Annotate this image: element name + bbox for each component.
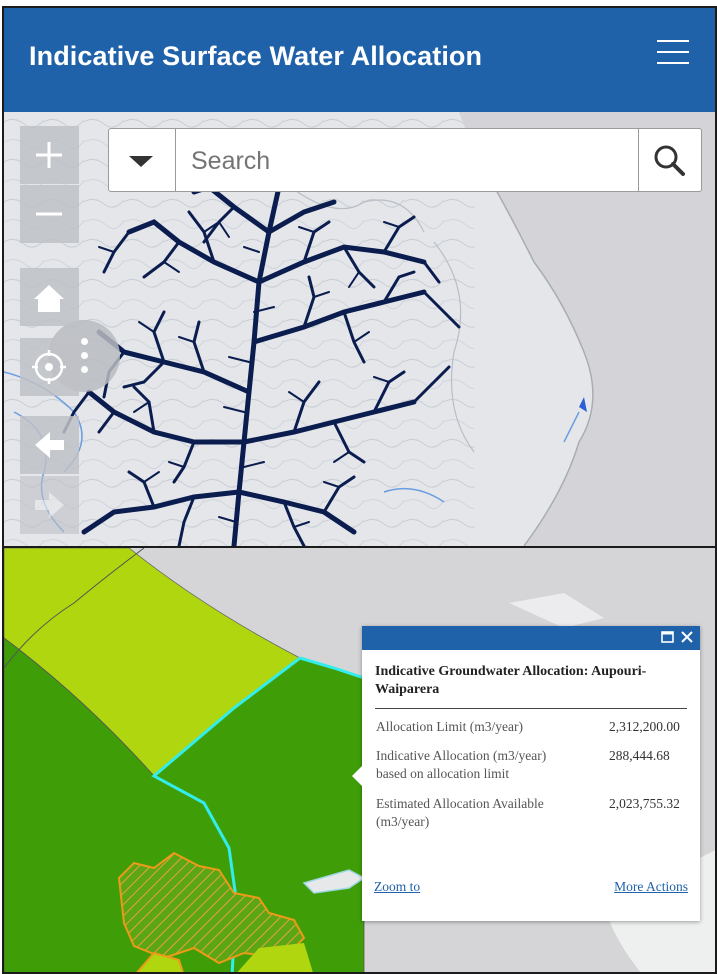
plus-icon — [36, 142, 62, 168]
attribute-label: Estimated Allocation Available (m3/year) — [376, 796, 544, 829]
attribute-value: 2,023,755.32 — [609, 796, 680, 811]
popup-title: Indicative Groundwater Allocation: Aupou… — [375, 664, 647, 697]
locate-button[interactable] — [20, 338, 79, 396]
popup-pointer — [352, 766, 362, 786]
app-header: Indicative Surface Water Allocation — [4, 8, 715, 112]
previous-extent-button[interactable] — [20, 416, 79, 474]
groundwater-map-view[interactable]: Indicative Groundwater Allocation: Aupou… — [2, 546, 717, 974]
more-actions-link[interactable]: More Actions — [614, 879, 688, 895]
home-button[interactable] — [20, 268, 79, 326]
app-title: Indicative Surface Water Allocation — [29, 41, 483, 71]
search-widget — [108, 128, 702, 192]
attribute-value: 2,312,200.00 — [609, 719, 680, 734]
maximize-icon[interactable] — [660, 629, 676, 645]
surface-water-app-view: Indicative Surface Water Allocation — [2, 6, 717, 548]
search-input[interactable] — [189, 141, 633, 181]
caret-down-icon — [129, 156, 153, 167]
arrow-right-icon — [35, 492, 64, 518]
locate-icon — [32, 350, 66, 384]
zoom-in-button[interactable] — [20, 126, 79, 184]
search-source-dropdown[interactable] — [109, 129, 176, 191]
search-button[interactable] — [638, 129, 701, 191]
home-icon — [34, 285, 64, 312]
hamburger-menu-icon[interactable] — [657, 38, 689, 66]
zoom-to-link[interactable]: Zoom to — [374, 879, 420, 895]
feature-popup: Indicative Groundwater Allocation: Aupou… — [352, 626, 700, 921]
zoom-out-button[interactable] — [20, 185, 79, 243]
search-icon — [654, 145, 685, 176]
attribute-label: Indicative Allocation (m3/year) based on… — [376, 748, 547, 781]
close-icon[interactable] — [679, 629, 695, 645]
attribute-value: 288,444.68 — [609, 748, 670, 763]
arrow-left-icon — [35, 432, 64, 458]
attribute-label: Allocation Limit (m3/year) — [376, 719, 523, 734]
popup-divider — [375, 708, 687, 709]
next-extent-button[interactable] — [20, 476, 79, 534]
popup-header — [362, 626, 700, 650]
minus-icon — [36, 212, 62, 216]
